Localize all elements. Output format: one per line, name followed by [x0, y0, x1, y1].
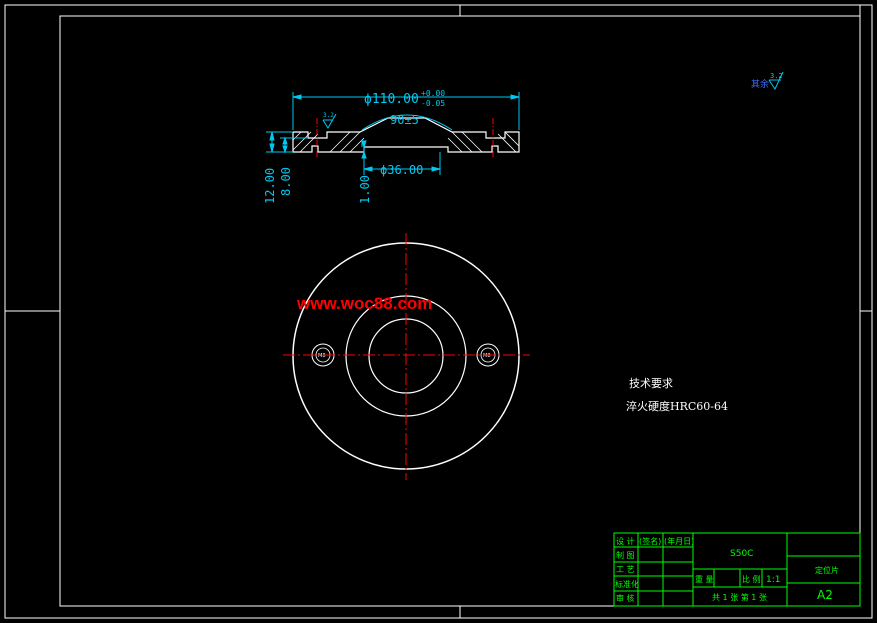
tech-req-title: 技术要求	[629, 377, 673, 390]
roughness-general-value: 3.2	[770, 72, 783, 80]
date-label: (年月日)	[664, 536, 694, 546]
roughness-general: 其余 3.2	[751, 71, 784, 91]
scale-value: 1:1	[766, 575, 780, 585]
row-review: 审 核	[616, 593, 635, 603]
outer-tol-upper: +0.00	[421, 89, 445, 98]
row-standard: 标准化	[615, 579, 639, 589]
hatch-right	[447, 131, 520, 153]
roughness-section-text: 3.2	[323, 112, 334, 119]
cad-drawing: ϕ110.00 +0.00 -0.05 90±5 ϕ36.00 12.00 8.…	[4, 4, 873, 619]
hatch-left	[292, 131, 365, 153]
sheet-size: A2	[817, 588, 833, 602]
weight-label: 重 量	[695, 574, 714, 584]
plan-view: M8 M8	[283, 233, 530, 480]
watermark-text: www.woc88.com	[296, 294, 432, 313]
outer-diameter-text: ϕ110.00	[364, 92, 419, 107]
outer-tol-lower: -0.05	[421, 99, 445, 108]
material-text: S50C	[730, 549, 753, 559]
left-hole-label: M8	[318, 353, 326, 359]
inner-diameter-text: ϕ36.00	[380, 163, 423, 177]
row-process: 工 艺	[616, 565, 635, 574]
height-step-text: 8.00	[279, 167, 293, 196]
sheet-info: 共 1 张 第 1 张	[712, 592, 767, 602]
sign-label: (签名)	[639, 536, 661, 546]
height-total-text: 12.00	[263, 168, 277, 204]
chamfer-text: 1.00	[358, 175, 372, 204]
section-view: ϕ110.00 +0.00 -0.05 90±5 ϕ36.00 12.00 8.…	[263, 89, 520, 204]
dim-heights	[266, 131, 367, 165]
roughness-note-text: 其余	[751, 78, 769, 90]
row-design: 设 计	[616, 536, 635, 546]
inner-frame-border	[59, 15, 861, 607]
right-hole-label: M8	[483, 353, 491, 359]
part-name: 定位片	[815, 565, 839, 575]
tech-req-line1: 淬火硬度HRC60-64	[626, 399, 728, 413]
scale-label: 比 例	[742, 574, 761, 584]
cone-angle-text: 90±5	[390, 113, 419, 127]
row-drawing: 制 图	[616, 550, 635, 560]
